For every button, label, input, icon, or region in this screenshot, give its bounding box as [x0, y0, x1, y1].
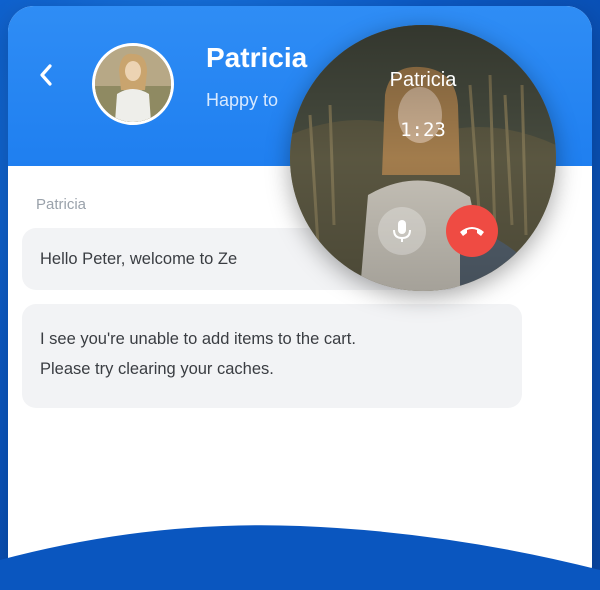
call-timer: 1:23 — [400, 119, 446, 141]
sender-label: Patricia — [36, 196, 87, 213]
chevron-left-icon — [40, 64, 52, 86]
back-button[interactable] — [38, 62, 60, 92]
decorative-wave — [0, 525, 600, 590]
contact-status: Happy to — [206, 90, 279, 110]
microphone-icon — [393, 220, 411, 242]
mute-button[interactable] — [378, 207, 426, 255]
video-shade — [290, 25, 556, 291]
avatar-photo — [95, 46, 171, 122]
app-stage: Patricia Happy to Patricia Hello Peter, … — [0, 0, 600, 590]
phone-hangup-icon — [460, 227, 484, 236]
end-call-button[interactable] — [446, 205, 498, 257]
message-text: Hello Peter, welcome to Ze — [40, 250, 238, 268]
message-bubble: I see you're unable to add items to the … — [22, 304, 522, 408]
contact-avatar[interactable] — [92, 43, 174, 125]
video-call-bubble[interactable]: Patricia 1:23 — [290, 25, 556, 291]
caller-name: Patricia — [389, 69, 457, 91]
message-text-line: Please try clearing your caches. — [40, 360, 274, 378]
message-text-line: I see you're unable to add items to the … — [40, 330, 356, 348]
